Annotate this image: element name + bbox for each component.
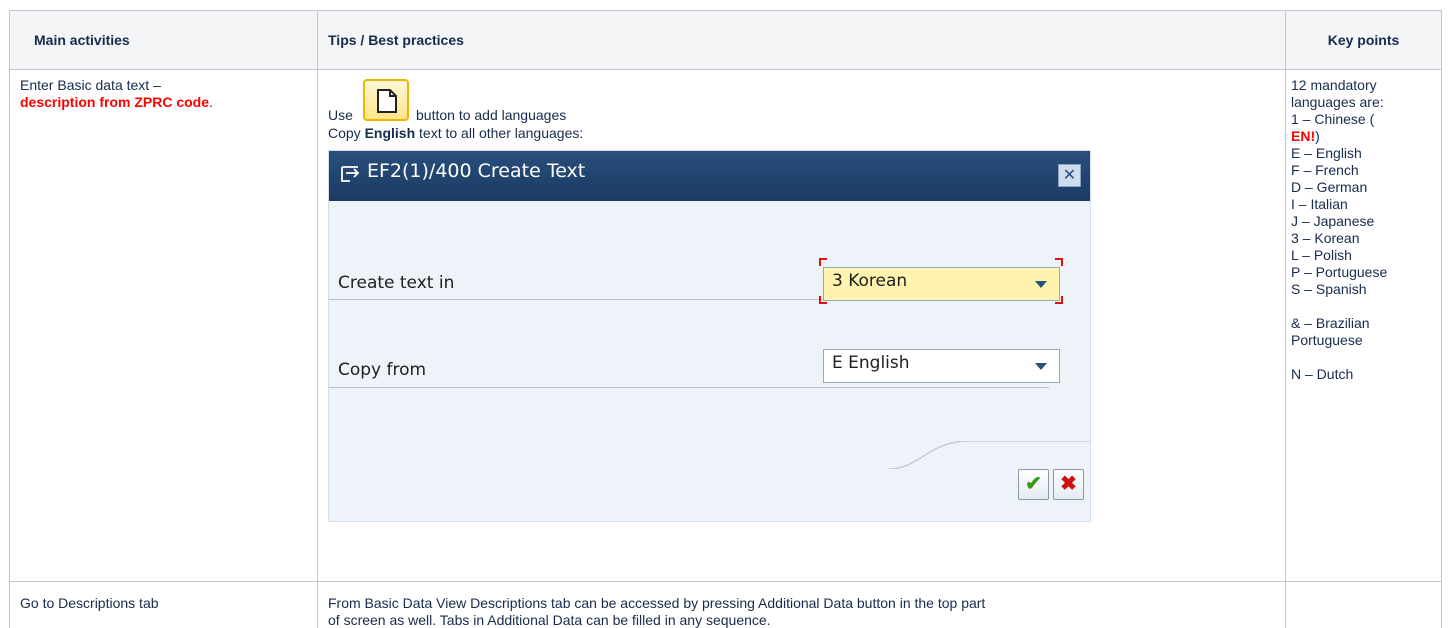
period: . [209, 94, 213, 110]
confirm-button[interactable]: ✔ [1018, 469, 1049, 500]
copy-instruction: Copy English text to all other languages… [328, 125, 1275, 142]
selection-corner [1055, 258, 1063, 266]
dialog-footer-curve [329, 441, 1090, 521]
main-activity-cell: Enter Basic data text – description from… [9, 69, 318, 582]
header-tips: Tips / Best practices [317, 10, 1286, 70]
create-text-value: 3 Korean [832, 271, 908, 291]
key-points-cell: 12 mandatory languages are: 1 – Chinese … [1285, 69, 1442, 582]
create-text-dialog: EF2(1)/400 Create Text ✕ Create text in … [328, 150, 1091, 522]
copy-from-language-select[interactable]: E English [823, 349, 1060, 383]
main-activity-emphasis: description from ZPRC code. [20, 94, 307, 111]
language-item: I – Italian [1291, 196, 1348, 212]
close-paren: ) [1315, 128, 1320, 144]
language-list: E – English F – French D – German I – It… [1291, 145, 1436, 298]
checkmark-icon: ✔ [1025, 473, 1042, 495]
table-row: Enter Basic data text – description from… [9, 69, 1442, 582]
best-practices-table: Main activities Tips / Best practices Ke… [9, 10, 1442, 628]
dialog-window-icon [341, 166, 360, 182]
table-row: Go to Descriptions tab From Basic Data V… [9, 581, 1442, 628]
selection-corner [819, 296, 827, 304]
use-button-instruction: Use button to add languages [328, 77, 1275, 125]
new-document-button[interactable] [363, 79, 409, 121]
use-word: Use [328, 107, 353, 123]
new-document-icon [377, 89, 397, 113]
key-chinese-line: 1 – Chinese ( [1291, 111, 1375, 127]
language-item: F – French [1291, 162, 1359, 178]
language-item: D – German [1291, 179, 1368, 195]
zprc-description-highlight: description from ZPRC code [20, 94, 210, 110]
header-key-points: Key points [1285, 10, 1442, 70]
selection-corner [819, 258, 827, 266]
cancel-button[interactable]: ✖ [1053, 469, 1084, 500]
language-item: 3 – Korean [1291, 230, 1360, 246]
key-points-cell [1285, 581, 1442, 628]
dialog-title: EF2(1)/400 Create Text [367, 160, 586, 182]
language-item: E – English [1291, 145, 1362, 161]
tips-cell: From Basic Data View Descriptions tab ca… [317, 581, 1286, 628]
copy-rest: text to all other languages: [415, 125, 584, 141]
language-item: P – Portuguese [1291, 264, 1388, 280]
divider [329, 387, 1049, 388]
main-activity-cell: Go to Descriptions tab [9, 581, 318, 628]
main-activity-text: Enter Basic data text – [20, 77, 161, 93]
key-dutch-line: N – Dutch [1291, 366, 1354, 382]
copy-prefix: Copy [328, 125, 365, 141]
key-intro-line1: 12 mandatory [1291, 77, 1377, 93]
key-chinese-en-line: EN!) [1291, 128, 1436, 145]
key-brazilian-line2: Portuguese [1291, 332, 1363, 348]
copy-from-value: E English [832, 353, 910, 373]
selection-corner [1055, 296, 1063, 304]
dialog-title-bar: EF2(1)/400 Create Text ✕ [329, 151, 1090, 201]
dropdown-arrow-icon [1035, 281, 1047, 288]
close-icon[interactable]: ✕ [1058, 164, 1081, 187]
copy-from-label: Copy from [338, 360, 427, 380]
create-text-label: Create text in [338, 273, 455, 293]
language-item: L – Polish [1291, 247, 1352, 263]
add-languages-text: button to add languages [416, 107, 567, 123]
cancel-x-icon: ✖ [1060, 473, 1077, 495]
create-text-language-select[interactable]: 3 Korean [823, 267, 1060, 301]
key-intro-line2: languages are: [1291, 94, 1384, 110]
tips-cell: Use button to add languages Copy English… [317, 69, 1286, 582]
language-item: J – Japanese [1291, 213, 1375, 229]
english-bold: English [364, 125, 416, 141]
tips-line1: From Basic Data View Descriptions tab ca… [328, 595, 986, 611]
language-item: S – Spanish [1291, 281, 1367, 297]
key-brazilian-line1: & – Brazilian [1291, 315, 1370, 331]
header-row: Main activities Tips / Best practices Ke… [9, 10, 1442, 70]
chinese-en-highlight: EN! [1291, 128, 1316, 144]
tips-line2: of screen as well. Tabs in Additional Da… [328, 612, 771, 628]
header-main-activities: Main activities [9, 10, 318, 70]
dropdown-arrow-icon [1035, 363, 1047, 370]
